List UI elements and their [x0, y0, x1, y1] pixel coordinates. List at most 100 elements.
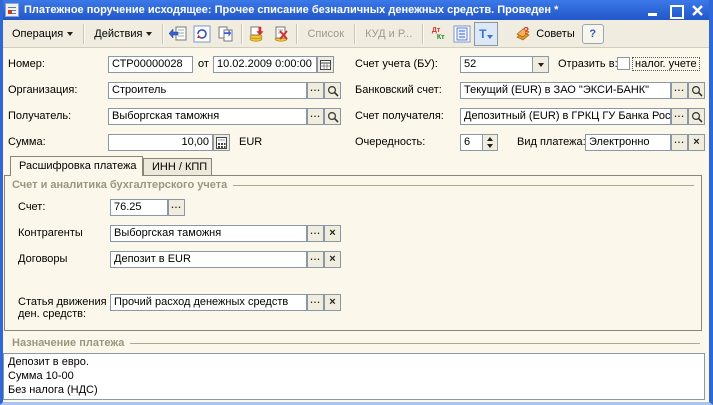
contracts-choose-button[interactable]: ...: [307, 251, 324, 268]
kud-button-label: КУД и Р...: [365, 27, 413, 40]
cashflow-choose-button[interactable]: ...: [307, 294, 324, 311]
contractors-choose-button[interactable]: ...: [307, 225, 324, 242]
chevron-down-icon: [146, 31, 153, 36]
cashflow-label-line2: ден. средств:: [18, 308, 87, 320]
priority-input[interactable]: 6: [460, 134, 483, 151]
payment-kind-clear-button[interactable]: ×: [688, 134, 705, 151]
purpose-line: Без налога (НДС): [8, 384, 98, 396]
toolbar-separator: [296, 23, 298, 44]
unpost-document-icon: [275, 26, 289, 42]
unpost-document-button[interactable]: [269, 22, 293, 46]
window-title: Платежное поручение исходящее: Прочее сп…: [24, 4, 559, 16]
date-from-label: от: [198, 58, 209, 70]
payment-kind-label: Вид платежа:: [517, 136, 586, 148]
tab-payment-details[interactable]: Расшифровка платежа: [10, 156, 143, 176]
contracts-label: Договоры: [18, 253, 68, 265]
actions-menu-button[interactable]: Действия: [87, 23, 159, 45]
contractors-input[interactable]: Выборгская таможня: [110, 225, 307, 242]
organization-choose-button[interactable]: ...: [307, 82, 324, 99]
debit-credit-icon: Дт Кт: [431, 26, 445, 41]
payee-account-input[interactable]: Депозитный (EUR) в ГРКЦ ГУ Банка Рос: [460, 108, 671, 125]
title-bar: Платежное поручение исходящее: Прочее сп…: [3, 0, 709, 20]
payment-order-window: Платежное поручение исходящее: Прочее сп…: [0, 0, 713, 405]
organization-open-button[interactable]: [324, 82, 341, 99]
account-label: Счет:: [18, 201, 46, 213]
purpose-textarea[interactable]: Депозит в евро. Сумма 10-00 Без налога (…: [3, 353, 705, 400]
contractors-clear-button[interactable]: ×: [324, 225, 341, 242]
contracts-input[interactable]: Депозит в EUR: [110, 251, 307, 268]
tax-accounting-checkbox[interactable]: [617, 57, 630, 70]
payment-kind-choose-button[interactable]: ...: [671, 134, 688, 151]
account-input[interactable]: 76.25: [110, 199, 168, 216]
refresh-icon: [193, 25, 211, 42]
tab-inn-kpp[interactable]: ИНН / КПП: [143, 158, 212, 175]
maximize-icon[interactable]: [669, 4, 684, 19]
date-input[interactable]: 10.02.2009 0:00:00: [213, 56, 317, 73]
account-choose-button[interactable]: ...: [168, 199, 185, 216]
priority-spinner[interactable]: [482, 134, 498, 151]
toolbar-separator: [354, 23, 356, 44]
list-button[interactable]: Список: [300, 23, 351, 45]
reread-button[interactable]: [190, 22, 214, 46]
post-document-icon: [250, 26, 265, 42]
tips-button-label: Советы: [536, 27, 575, 40]
operation-menu-button[interactable]: Операция: [5, 23, 80, 45]
payee-account-choose-button[interactable]: ...: [671, 108, 688, 125]
tips-book-icon: ?: [516, 26, 530, 41]
enter-on-basis-button[interactable]: [166, 22, 190, 46]
payment-details-panel: [4, 175, 702, 331]
bank-account-open-button[interactable]: [688, 82, 705, 99]
bank-account-input[interactable]: Текущий (EUR) в ЗАО "ЭКСИ-БАНК": [460, 82, 671, 99]
calculator-button[interactable]: [213, 134, 230, 151]
typing-mode-toggle[interactable]: Т: [474, 21, 499, 46]
minimize-icon[interactable]: [647, 4, 660, 17]
tips-button[interactable]: ? Советы: [508, 23, 581, 45]
toolbar-separator: [83, 23, 85, 44]
cashflow-label-line1: Статья движения: [18, 296, 107, 308]
currency-label: EUR: [239, 136, 263, 148]
magnifier-icon: [691, 111, 703, 123]
calendar-button[interactable]: [317, 56, 334, 73]
contracts-clear-button[interactable]: ×: [324, 251, 341, 268]
number-label: Номер:: [8, 58, 45, 70]
spin-up-icon[interactable]: [483, 135, 497, 143]
bank-account-choose-button[interactable]: ...: [671, 82, 688, 99]
toolbar-separator: [422, 23, 424, 44]
amount-label: Сумма:: [8, 136, 46, 148]
close-icon[interactable]: [691, 4, 704, 17]
kud-button[interactable]: КУД и Р...: [358, 23, 419, 45]
bank-account-label: Банковский счет:: [355, 84, 442, 96]
magnifier-icon: [327, 111, 339, 123]
post-document-button[interactable]: [245, 22, 269, 46]
calculator-icon: [216, 136, 227, 149]
purpose-line: Депозит в евро.: [8, 356, 89, 368]
tax-accounting-checkbox-label[interactable]: налог. учете: [632, 57, 700, 71]
account-bu-select[interactable]: 52: [460, 56, 533, 73]
amount-input[interactable]: 10,00: [108, 134, 213, 151]
dtkt-button[interactable]: Дт Кт: [426, 22, 450, 46]
t-dropdown-icon: Т: [479, 26, 487, 41]
section-rule: [233, 184, 694, 186]
cashflow-item-input[interactable]: Прочий расход денежных средств: [110, 294, 307, 311]
spin-down-icon[interactable]: [483, 143, 497, 151]
payee-input[interactable]: Выборгская таможня: [108, 108, 307, 125]
organization-input[interactable]: Строитель: [108, 82, 307, 99]
document-structure-button[interactable]: [450, 22, 474, 46]
toolbar-separator: [241, 23, 243, 44]
payment-kind-input[interactable]: Электронно: [585, 134, 671, 151]
document-app-icon[interactable]: [5, 3, 19, 17]
payee-account-open-button[interactable]: [688, 108, 705, 125]
number-input[interactable]: СТР00000028: [108, 56, 193, 73]
cashflow-clear-button[interactable]: ×: [324, 294, 341, 311]
copy-button[interactable]: [214, 22, 238, 46]
payee-choose-button[interactable]: ...: [307, 108, 324, 125]
payee-open-button[interactable]: [324, 108, 341, 125]
actions-menu-label: Действия: [94, 27, 143, 40]
account-bu-label: Счет учета (БУ):: [355, 58, 438, 70]
document-back-arrow-icon: [169, 26, 187, 40]
chevron-down-icon: [487, 34, 494, 39]
help-button[interactable]: ?: [581, 23, 604, 44]
section-rule: [130, 342, 700, 344]
account-bu-dropdown-button[interactable]: [532, 56, 549, 73]
toolbar: Операция Действия Список КУД и Р... Дт К…: [3, 20, 709, 48]
